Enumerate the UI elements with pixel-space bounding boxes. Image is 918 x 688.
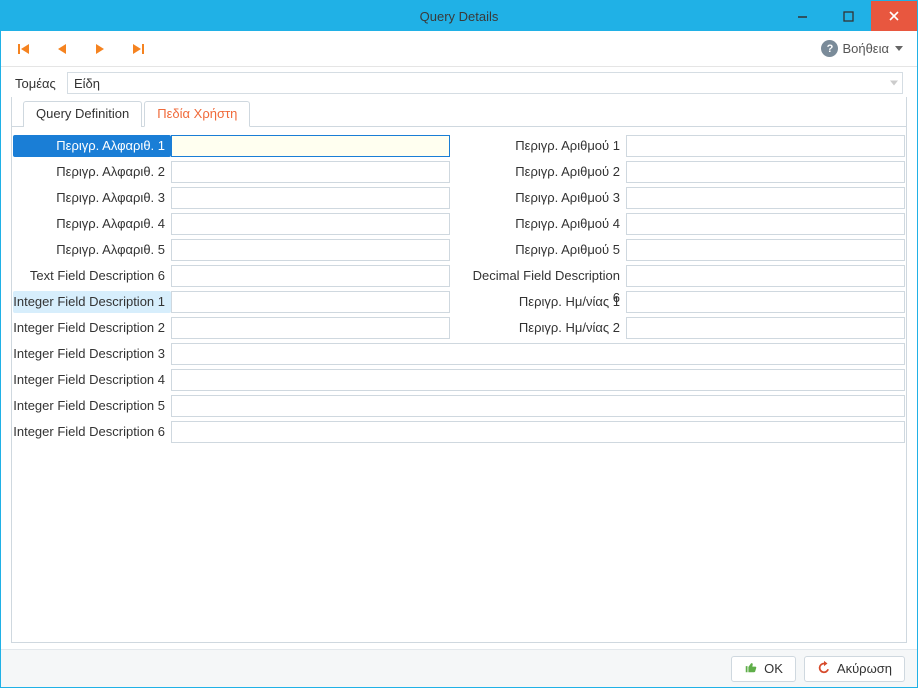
input-int-6[interactable] bbox=[171, 421, 905, 443]
label-int-6: Integer Field Description 6 bbox=[13, 421, 171, 443]
input-alpha-2[interactable] bbox=[171, 161, 450, 183]
label-alpha-5: Περιγρ. Αλφαριθ. 5 bbox=[13, 239, 171, 261]
label-alpha-4: Περιγρ. Αλφαριθ. 4 bbox=[13, 213, 171, 235]
tab-user-fields[interactable]: Πεδία Χρήστη bbox=[144, 101, 250, 127]
chevron-down-icon bbox=[895, 46, 903, 51]
input-text-6[interactable] bbox=[171, 265, 450, 287]
input-num-5[interactable] bbox=[626, 239, 905, 261]
input-num-2[interactable] bbox=[626, 161, 905, 183]
label-dec-6: Decimal Field Description 6 bbox=[468, 265, 626, 287]
ok-button[interactable]: OK bbox=[731, 656, 796, 682]
input-alpha-3[interactable] bbox=[171, 187, 450, 209]
input-date-2[interactable] bbox=[626, 317, 905, 339]
help-label: Βοήθεια bbox=[842, 41, 889, 56]
label-alpha-2: Περιγρ. Αλφαριθ. 2 bbox=[13, 161, 171, 183]
button-bar: OK Ακύρωση bbox=[1, 649, 917, 687]
input-alpha-4[interactable] bbox=[171, 213, 450, 235]
undo-icon bbox=[817, 660, 831, 677]
maximize-button[interactable] bbox=[825, 1, 871, 31]
tab-query-definition[interactable]: Query Definition bbox=[23, 101, 142, 127]
input-int-5[interactable] bbox=[171, 395, 905, 417]
cancel-label: Ακύρωση bbox=[837, 661, 892, 676]
first-record-icon[interactable] bbox=[15, 40, 33, 58]
input-num-4[interactable] bbox=[626, 213, 905, 235]
label-int-2: Integer Field Description 2 bbox=[13, 317, 171, 339]
titlebar: Query Details bbox=[1, 1, 917, 31]
chevron-down-icon bbox=[890, 81, 898, 86]
label-num-3: Περιγρ. Αριθμού 3 bbox=[468, 187, 626, 209]
input-int-3[interactable] bbox=[171, 343, 905, 365]
label-int-4: Integer Field Description 4 bbox=[13, 369, 171, 391]
label-int-3: Integer Field Description 3 bbox=[13, 343, 171, 365]
label-date-1: Περιγρ. Ημ/νίας 1 bbox=[468, 291, 626, 313]
input-num-3[interactable] bbox=[626, 187, 905, 209]
last-record-icon[interactable] bbox=[129, 40, 147, 58]
input-dec-6[interactable] bbox=[626, 265, 905, 287]
domain-value: Είδη bbox=[74, 76, 100, 91]
toolbar: ? Βοήθεια bbox=[1, 31, 917, 67]
domain-select[interactable]: Είδη bbox=[67, 72, 903, 94]
label-num-4: Περιγρ. Αριθμού 4 bbox=[468, 213, 626, 235]
cancel-button[interactable]: Ακύρωση bbox=[804, 656, 905, 682]
help-button[interactable]: ? Βοήθεια bbox=[821, 40, 903, 57]
label-alpha-1: Περιγρ. Αλφαριθ. 1 bbox=[13, 135, 171, 157]
label-num-5: Περιγρ. Αριθμού 5 bbox=[468, 239, 626, 261]
label-int-5: Integer Field Description 5 bbox=[13, 395, 171, 417]
input-int-2[interactable] bbox=[171, 317, 450, 339]
label-num-2: Περιγρ. Αριθμού 2 bbox=[468, 161, 626, 183]
input-alpha-5[interactable] bbox=[171, 239, 450, 261]
thumbs-up-icon bbox=[744, 660, 758, 677]
label-num-1: Περιγρ. Αριθμού 1 bbox=[468, 135, 626, 157]
input-int-4[interactable] bbox=[171, 369, 905, 391]
label-alpha-3: Περιγρ. Αλφαριθ. 3 bbox=[13, 187, 171, 209]
label-text-6: Text Field Description 6 bbox=[13, 265, 171, 287]
input-date-1[interactable] bbox=[626, 291, 905, 313]
label-date-2: Περιγρ. Ημ/νίας 2 bbox=[468, 317, 626, 339]
input-num-1[interactable] bbox=[626, 135, 905, 157]
input-alpha-1[interactable] bbox=[171, 135, 450, 157]
close-button[interactable] bbox=[871, 1, 917, 31]
prev-record-icon[interactable] bbox=[53, 40, 71, 58]
label-int-1: Integer Field Description 1 bbox=[13, 291, 171, 313]
ok-label: OK bbox=[764, 661, 783, 676]
help-icon: ? bbox=[821, 40, 838, 57]
input-int-1[interactable] bbox=[171, 291, 450, 313]
domain-label: Τομέας bbox=[15, 76, 61, 91]
minimize-button[interactable] bbox=[779, 1, 825, 31]
next-record-icon[interactable] bbox=[91, 40, 109, 58]
